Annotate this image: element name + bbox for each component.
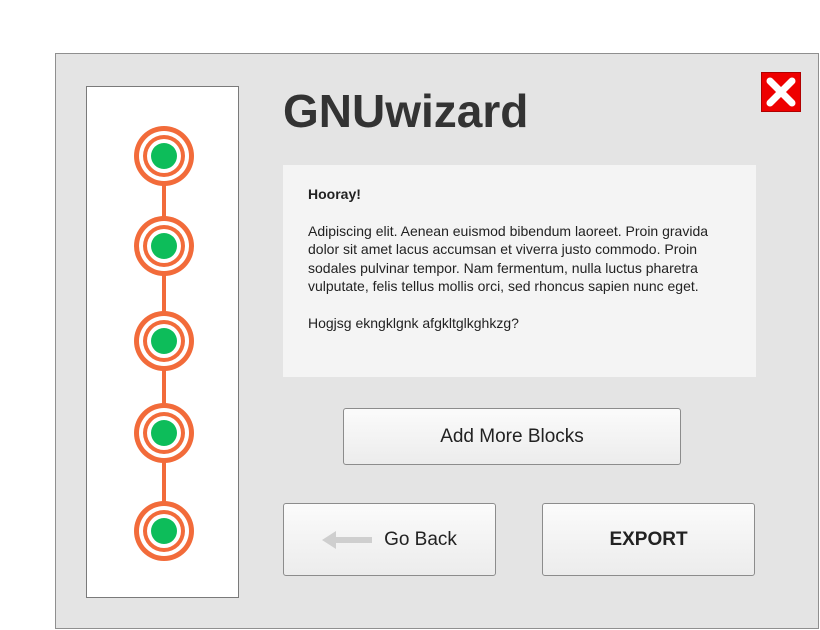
close-button[interactable] bbox=[761, 72, 801, 112]
window-title: GNUwizard bbox=[283, 85, 529, 137]
wizard-window: GNUwizard Hooray! Adipiscing elit. Aenea… bbox=[55, 53, 819, 629]
step-complete-dot bbox=[151, 420, 177, 446]
go-back-button[interactable]: Go Back bbox=[283, 503, 496, 576]
export-label: EXPORT bbox=[609, 528, 688, 550]
progress-step-2 bbox=[134, 216, 194, 276]
step-complete-dot bbox=[151, 143, 177, 169]
progress-step-3 bbox=[134, 311, 194, 371]
step-complete-dot bbox=[151, 328, 177, 354]
step-complete-dot bbox=[151, 233, 177, 259]
progress-step-4 bbox=[134, 403, 194, 463]
progress-step-5 bbox=[134, 501, 194, 561]
progress-panel bbox=[86, 86, 239, 598]
export-button[interactable]: EXPORT bbox=[542, 503, 755, 576]
progress-step-1 bbox=[134, 126, 194, 186]
arrow-left-icon bbox=[322, 530, 374, 550]
close-icon bbox=[766, 77, 796, 107]
step-complete-dot bbox=[151, 518, 177, 544]
add-more-blocks-button[interactable]: Add More Blocks bbox=[343, 408, 681, 465]
message-heading: Hooray! bbox=[308, 186, 361, 202]
go-back-label: Go Back bbox=[384, 528, 457, 550]
message-body: Adipiscing elit. Aenean euismod bibendum… bbox=[308, 222, 709, 295]
add-more-blocks-label: Add More Blocks bbox=[440, 425, 584, 447]
message-question: Hogjsg ekngklgnk afgkltglkghkzg? bbox=[308, 314, 519, 331]
message-box: Hooray! Adipiscing elit. Aenean euismod … bbox=[283, 165, 756, 377]
